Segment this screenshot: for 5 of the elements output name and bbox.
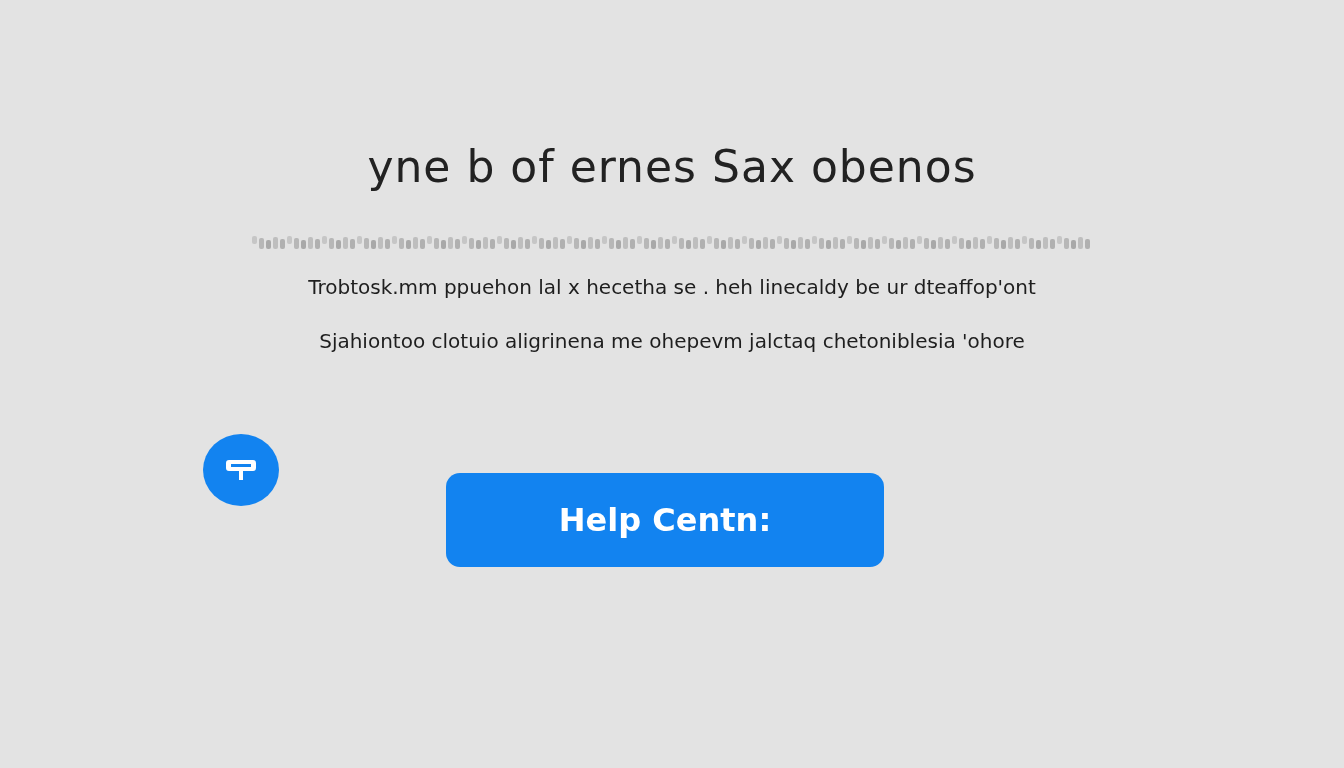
page-heading: yne b of ernes Sax obenos xyxy=(367,140,977,194)
help-center-button[interactable]: Help Centn: xyxy=(446,473,884,567)
chat-icon xyxy=(224,457,258,483)
body-text: Trobtosk.mm ppuehon lal x hecetha se . heh linecaldy be ur dteaffop'ont xyxy=(308,274,1036,301)
body-text: Sjahiontoo clotuio aligrinena me ohepevm jalctaq chetoniblesia 'ohore xyxy=(319,328,1025,355)
